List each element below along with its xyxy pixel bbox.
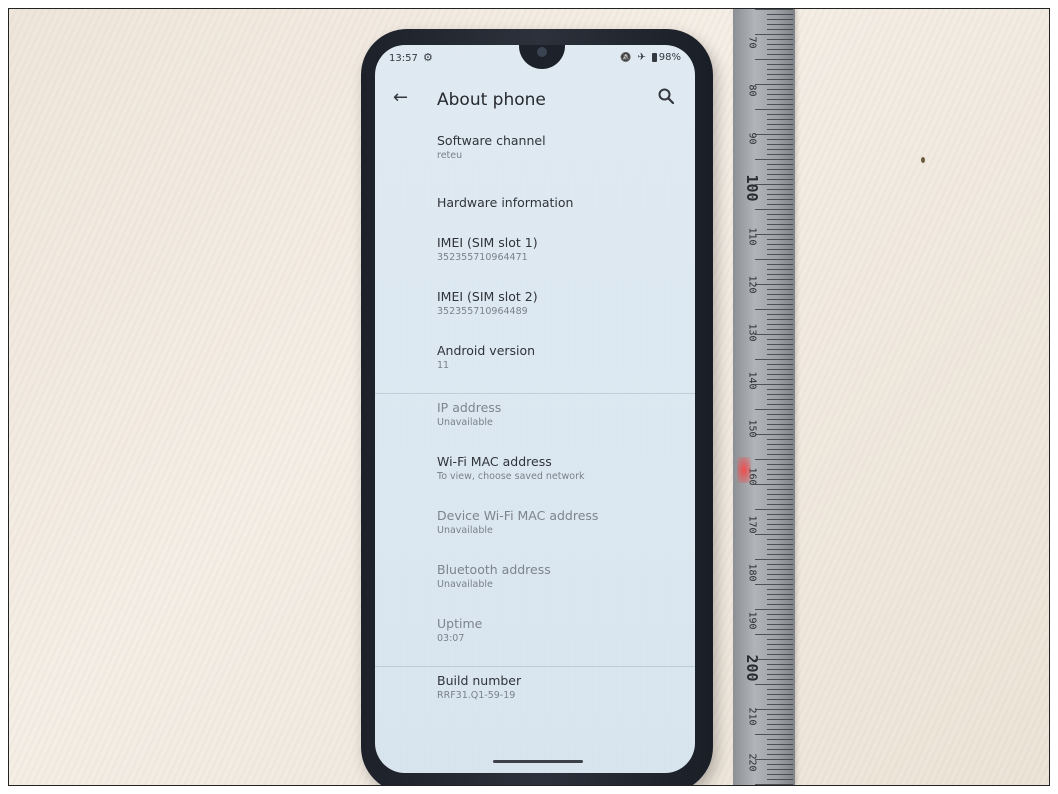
item-title: Device Wi-Fi MAC address: [437, 508, 599, 523]
ruler-mark: 140: [746, 371, 758, 390]
item-title: Bluetooth address: [437, 562, 551, 577]
list-item-hardware-information[interactable]: Hardware information: [375, 181, 695, 223]
list-item-android-version[interactable]: Android version 11: [375, 339, 695, 391]
list-item-build-number[interactable]: Build number RRF31.Q1-59-19: [375, 669, 695, 721]
back-arrow-icon[interactable]: ←: [393, 87, 408, 108]
item-value: RRF31.Q1-59-19: [437, 690, 516, 701]
app-bar: ← About phone: [375, 73, 695, 129]
ruler-mark: 180: [746, 563, 758, 582]
list-item-ip-address: IP address Unavailable: [375, 396, 695, 448]
airplane-icon: ✈: [637, 52, 646, 63]
ruler-mark: 130: [746, 323, 758, 342]
list-item-software-channel[interactable]: Software channel reteu: [375, 129, 695, 181]
item-value: 352355710964471: [437, 252, 528, 263]
mute-icon: 🔕: [620, 52, 632, 63]
light-reflection: [737, 457, 751, 483]
ruler-mark: 90: [746, 132, 758, 145]
ruler-mark: 210: [746, 707, 758, 726]
list-item-uptime: Uptime 03:07: [375, 612, 695, 664]
battery-level: 98%: [658, 52, 681, 63]
battery-icon: [651, 52, 657, 62]
photo-background: 70 80 90 100 110 120 130 140 150 160 170…: [8, 8, 1050, 786]
gear-icon: ⚙: [423, 51, 433, 64]
item-value: 352355710964489: [437, 306, 528, 317]
ruler-mark: 190: [746, 611, 758, 630]
ruler-mark: 110: [746, 227, 758, 246]
list-item-bluetooth-address: Bluetooth address Unavailable: [375, 558, 695, 610]
page-title: About phone: [437, 90, 546, 110]
ruler-mark: 220: [746, 753, 758, 772]
item-value: Unavailable: [437, 525, 493, 536]
section-divider: [375, 666, 695, 667]
ruler-mark: 120: [746, 275, 758, 294]
status-time: 13:57: [389, 53, 418, 64]
ruler-mark: 80: [746, 84, 758, 97]
ruler-mark: 70: [746, 36, 758, 49]
item-title: Uptime: [437, 616, 483, 631]
list-item-wifi-mac-address[interactable]: Wi-Fi MAC address To view, choose saved …: [375, 450, 695, 502]
item-value: To view, choose saved network: [437, 471, 585, 482]
item-value: Unavailable: [437, 579, 493, 590]
item-value: Unavailable: [437, 417, 493, 428]
about-phone-list: Software channel reteu Hardware informat…: [375, 129, 695, 721]
search-icon[interactable]: [657, 87, 675, 105]
list-item-device-wifi-mac-address: Device Wi-Fi MAC address Unavailable: [375, 504, 695, 556]
ruler-mark: 100: [743, 174, 761, 202]
item-title: IMEI (SIM slot 1): [437, 235, 538, 250]
item-title: Build number: [437, 673, 522, 688]
battery-status: 98%: [651, 52, 681, 63]
item-value: 03:07: [437, 633, 465, 644]
item-value: 11: [437, 360, 450, 371]
status-icons: 🔕 ✈ 98%: [620, 52, 681, 63]
surface-speck: [921, 157, 925, 163]
home-indicator[interactable]: [493, 760, 583, 763]
phone-screen: 13:57 ⚙ 🔕 ✈ 98% ← About phone Software c…: [375, 45, 695, 773]
item-title: Wi-Fi MAC address: [437, 454, 552, 469]
list-item-imei-slot-1[interactable]: IMEI (SIM slot 1) 352355710964471: [375, 231, 695, 283]
ruler-mark: 200: [743, 654, 761, 682]
status-bar: 13:57 ⚙ 🔕 ✈ 98%: [375, 45, 695, 73]
item-title: Software channel: [437, 133, 546, 148]
item-title: IMEI (SIM slot 2): [437, 289, 538, 304]
item-title: Android version: [437, 343, 536, 358]
metal-ruler: 70 80 90 100 110 120 130 140 150 160 170…: [733, 9, 795, 785]
item-title: Hardware information: [437, 195, 574, 210]
section-divider: [375, 393, 695, 394]
ruler-mark: 150: [746, 419, 758, 438]
ruler-mark: 170: [746, 515, 758, 534]
item-title: IP address: [437, 400, 502, 415]
list-item-imei-slot-2[interactable]: IMEI (SIM slot 2) 352355710964489: [375, 285, 695, 337]
item-value: reteu: [437, 150, 463, 161]
phone-body: 13:57 ⚙ 🔕 ✈ 98% ← About phone Software c…: [361, 29, 713, 785]
